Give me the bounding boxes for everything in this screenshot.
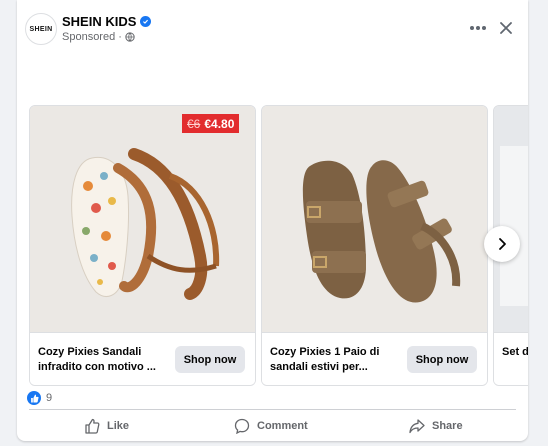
sponsored-line: Sponsored · [62,31,135,43]
product-image[interactable] [262,106,487,332]
shop-now-button[interactable]: Shop now [407,346,477,373]
carousel-next-button[interactable] [484,226,520,262]
product-image[interactable] [494,106,528,332]
post-actions: Like Comment Share [17,412,528,440]
product-title[interactable]: Set d Magl [502,345,528,360]
product-title[interactable]: Cozy Pixies Sandali infradito con motivo… [38,345,168,375]
post-header: SHEIN SHEIN KIDS Sponsored · [17,0,528,60]
old-price: €6 [187,116,201,131]
share-button[interactable]: Share [409,415,463,437]
ad-post-card: SHEIN SHEIN KIDS Sponsored · €6 €4.80 Co… [17,0,528,441]
globe-icon [125,32,135,42]
reaction-count: 9 [46,392,53,404]
more-options-button[interactable] [466,18,490,38]
dot [470,26,474,30]
item-footer: Set d Magl [494,332,528,385]
item-footer: Cozy Pixies Sandali infradito con motivo… [30,332,255,385]
product-title[interactable]: Cozy Pixies 1 Paio di sandali estivi per… [270,345,400,375]
page-name-label[interactable]: SHEIN KIDS [62,14,136,29]
chevron-right-icon [499,238,506,250]
price-badge: €6 €4.80 [182,114,240,133]
page-avatar[interactable]: SHEIN [25,13,57,45]
share-label: Share [432,420,463,432]
like-label: Like [107,420,130,432]
carousel-item[interactable]: €6 €4.80 Cozy Pixies Sandali infradito c… [29,105,256,386]
comment-label: Comment [257,420,308,432]
item-footer: Cozy Pixies 1 Paio di sandali estivi per… [262,332,487,385]
sale-price: €4.80 [204,116,235,131]
thumbs-up-icon [85,418,100,434]
page-name[interactable]: SHEIN KIDS [62,14,152,29]
dot [482,26,486,30]
carousel-item[interactable]: Cozy Pixies 1 Paio di sandali estivi per… [261,105,488,386]
close-icon[interactable] [495,17,517,39]
comment-button[interactable]: Comment [234,415,308,437]
dot [476,26,480,30]
shop-now-button[interactable]: Shop now [175,346,245,373]
reactions-summary[interactable]: 9 [27,390,52,406]
like-button[interactable]: Like [84,415,129,437]
comment-icon [234,418,250,434]
divider [29,409,516,410]
like-reaction-icon [27,391,41,405]
sponsored-label[interactable]: Sponsored · [62,31,122,43]
product-image[interactable]: €6 €4.80 [30,106,255,332]
product-carousel: €6 €4.80 Cozy Pixies Sandali infradito c… [17,105,528,386]
share-icon [409,419,425,434]
verified-badge-icon [140,16,152,27]
